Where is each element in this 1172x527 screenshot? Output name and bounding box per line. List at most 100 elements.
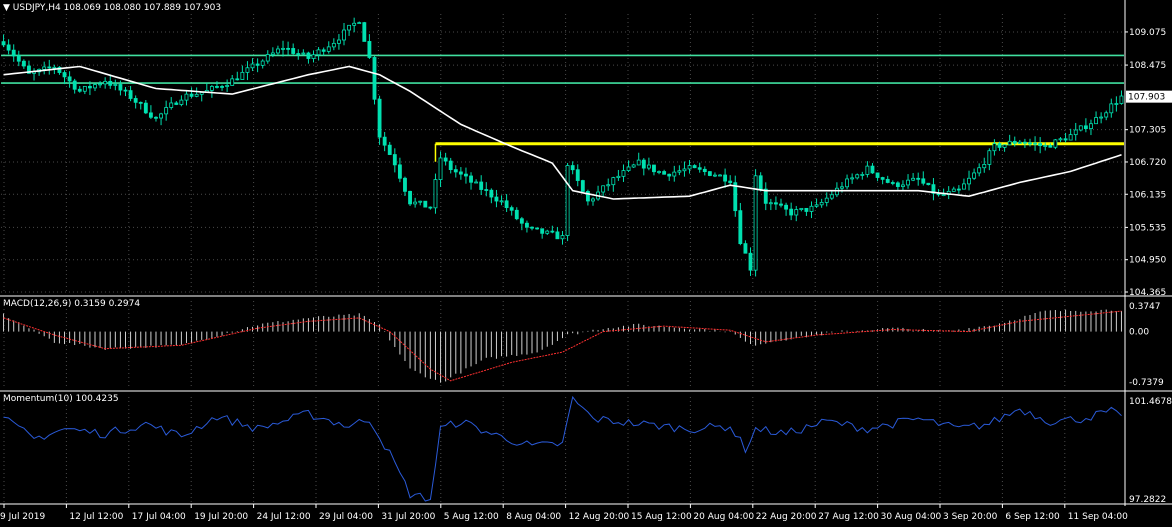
candle-body xyxy=(159,113,163,119)
candle-body xyxy=(286,47,291,50)
candle-body xyxy=(418,200,423,203)
candle-body xyxy=(926,182,931,186)
time-tick-label: 5 Aug 12:00 xyxy=(444,512,499,522)
candle-body xyxy=(113,84,118,86)
time-tick-label: 27 Aug 12:00 xyxy=(818,512,879,522)
candle-body xyxy=(570,165,575,171)
candle-body xyxy=(235,78,240,81)
candle-body xyxy=(494,196,499,202)
candle-body xyxy=(1012,140,1017,144)
candle-body xyxy=(657,171,661,173)
candle-body xyxy=(306,52,311,59)
candle-body xyxy=(42,66,47,70)
candle-body xyxy=(911,177,916,181)
momentum-tick-label: 101.4678 xyxy=(1129,397,1172,407)
candle-body xyxy=(962,183,966,190)
candle-body xyxy=(464,173,468,177)
candle-body xyxy=(382,136,387,146)
candle-body xyxy=(773,202,778,205)
candle-body xyxy=(184,93,189,101)
candle-body xyxy=(895,182,900,187)
candle-body xyxy=(748,252,753,271)
candle-body xyxy=(784,204,789,210)
time-tick-label: 31 Jul 20:00 xyxy=(381,512,435,522)
candle-body xyxy=(1038,143,1043,147)
price-tick-label: 107.305 xyxy=(1129,126,1166,136)
candle-body xyxy=(98,83,103,86)
candle-body xyxy=(824,197,829,203)
candle-body xyxy=(545,230,550,234)
candle-body xyxy=(1002,144,1007,148)
candle-body xyxy=(870,165,875,174)
candle-body xyxy=(601,185,606,193)
candle-body xyxy=(413,201,418,205)
candle-body xyxy=(11,49,16,57)
candle-body xyxy=(890,182,895,184)
candle-body xyxy=(72,80,77,90)
candle-body xyxy=(108,80,113,86)
candle-body xyxy=(88,85,92,89)
candle-body xyxy=(403,177,407,192)
time-tick-label: 12 Jul 12:00 xyxy=(69,512,123,522)
time-tick-label: 8 Aug 04:00 xyxy=(506,512,561,522)
candle-body xyxy=(865,165,870,175)
candle-body xyxy=(392,154,397,166)
candle-body xyxy=(682,168,687,172)
candle-body xyxy=(67,76,72,82)
candle-body xyxy=(484,189,489,191)
candle-body xyxy=(128,90,133,99)
candle-body xyxy=(702,168,707,173)
candle-body xyxy=(723,174,728,182)
candle-body xyxy=(479,181,484,190)
candle-body xyxy=(987,150,992,165)
candle-body xyxy=(291,48,296,54)
macd-tick-label: 0.00 xyxy=(1129,328,1149,338)
candle-body xyxy=(377,98,382,138)
candle-body xyxy=(215,86,219,88)
moving-average-line xyxy=(3,65,1122,200)
candle-body xyxy=(540,228,545,234)
candle-body xyxy=(189,93,194,97)
candle-body xyxy=(1104,112,1109,118)
time-tick-label: 24 Jul 12:00 xyxy=(257,512,311,522)
candle-body xyxy=(138,101,143,104)
candle-body xyxy=(519,218,524,224)
candle-body xyxy=(179,99,184,105)
candle-body xyxy=(530,226,534,229)
time-tick-label: 9 Jul 2019 xyxy=(0,512,45,522)
candle-body xyxy=(799,207,804,210)
candle-body xyxy=(967,177,971,185)
candle-body xyxy=(565,165,570,236)
candle-body xyxy=(16,55,21,62)
candle-body xyxy=(1043,145,1048,147)
candle-body xyxy=(829,194,834,199)
candle-body xyxy=(951,188,956,192)
candle-body xyxy=(819,202,824,206)
candle-body xyxy=(606,184,611,187)
candle-body xyxy=(916,177,921,180)
candle-body xyxy=(372,57,377,100)
candle-body xyxy=(718,174,722,177)
candle-body xyxy=(281,47,285,50)
candle-body xyxy=(779,203,783,206)
candle-body xyxy=(804,207,809,212)
price-tick-label: 106.720 xyxy=(1129,158,1166,168)
candlestick-series xyxy=(1,17,1124,277)
candle-body xyxy=(687,165,692,170)
candle-body xyxy=(992,143,997,152)
momentum-line xyxy=(3,395,1122,502)
time-tick-label: 15 Aug 12:00 xyxy=(631,512,692,522)
candle-body xyxy=(387,144,392,155)
candle-body xyxy=(469,175,473,183)
candle-body xyxy=(82,85,87,92)
candle-body xyxy=(311,54,316,59)
candle-body xyxy=(626,166,631,171)
candle-body xyxy=(453,169,458,173)
candle-body xyxy=(321,49,326,52)
chart-canvas[interactable]: 109.075 108.475 107.305 106.720 106.135 105.5… xyxy=(0,0,1172,527)
candle-body xyxy=(448,160,453,171)
candle-body xyxy=(880,177,885,180)
candle-body xyxy=(270,52,275,55)
candle-body xyxy=(982,163,987,169)
candle-body xyxy=(357,22,362,24)
